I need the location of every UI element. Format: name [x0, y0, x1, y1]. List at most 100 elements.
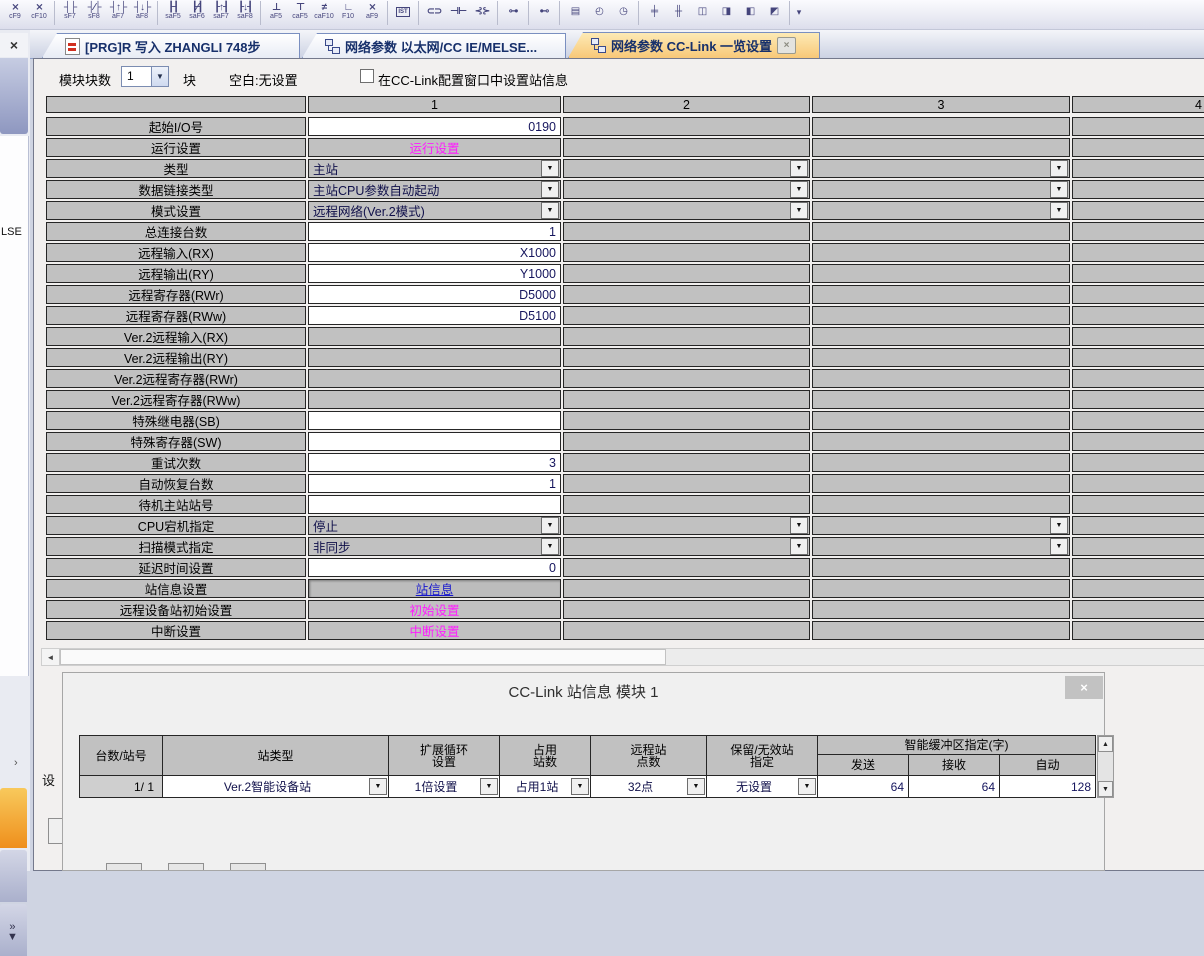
param-dropdown-col3-19[interactable]: ▼	[812, 516, 1070, 535]
buffer-value-1[interactable]: 64	[909, 776, 999, 797]
toolbar-icon[interactable]: ╪	[642, 1, 666, 23]
tab-close-icon[interactable]: ×	[777, 37, 796, 54]
chevron-down-icon[interactable]: ▼	[790, 538, 808, 555]
toolbar-icon-aF8[interactable]: ┤↓├aF8	[130, 1, 154, 23]
station-dropdown-4[interactable]: 无设置▼	[707, 776, 817, 797]
toolbar-icon-sF7[interactable]: ┤├sF7	[58, 1, 82, 23]
param-dropdown-col2-3[interactable]: ▼	[563, 180, 810, 199]
toolbar-icon-cF9[interactable]: ⨯cF9	[3, 1, 27, 23]
scroll-up-icon[interactable]: ▲	[1098, 736, 1113, 752]
toolbar-icon-saF5[interactable]: ┠┨saF5	[161, 1, 185, 23]
station-dropdown-2[interactable]: 占用1站▼	[500, 776, 590, 797]
toolbar-icon[interactable]: ◩	[762, 1, 786, 23]
cclink-config-window-checkbox[interactable]	[360, 69, 374, 83]
toolbar-icon[interactable]: ⊰⊱	[470, 1, 494, 23]
toolbar-icon-caF5[interactable]: ⊤caF5	[288, 1, 312, 23]
chevron-down-icon[interactable]: ▼	[1050, 202, 1068, 219]
toolbar-icon[interactable]: ◴	[587, 1, 611, 23]
chevron-down-icon[interactable]: ▼	[790, 202, 808, 219]
dock-button-1[interactable]	[0, 850, 27, 902]
param-dropdown-col2-19[interactable]: ▼	[563, 516, 810, 535]
toolbar-icon[interactable]: ⊣⊢	[446, 1, 470, 23]
module-count-combobox[interactable]: 1 ▼	[121, 66, 169, 87]
tab-network-2[interactable]: 网络参数 CC-Link 一览设置×	[568, 32, 820, 58]
chevron-down-icon[interactable]: ▼	[541, 202, 559, 219]
param-dropdown-col2-4[interactable]: ▼	[563, 201, 810, 220]
toolbar-icon[interactable]: ⊶	[501, 1, 525, 23]
toolbar-icon-saF8[interactable]: ┠↓┨saF8	[233, 1, 257, 23]
chevron-down-icon[interactable]: ▼	[1050, 181, 1068, 198]
param-input-5[interactable]: 1	[308, 222, 561, 241]
param-input-21[interactable]: 0	[308, 558, 561, 577]
chevron-down-icon[interactable]: ▼	[798, 778, 816, 795]
chevron-down-icon[interactable]: ▼	[151, 67, 168, 86]
toolbar-icon[interactable]: IST	[391, 1, 415, 23]
param-input-18[interactable]	[308, 495, 561, 514]
param-link-1[interactable]: 运行设置	[308, 138, 561, 157]
station-dropdown-0[interactable]: Ver.2智能设备站▼	[163, 776, 388, 797]
buffer-value-2[interactable]: 128	[1000, 776, 1095, 797]
param-dropdown-col3-20[interactable]: ▼	[812, 537, 1070, 556]
chevron-down-icon[interactable]: ▼	[1050, 160, 1068, 177]
toolbar-icon[interactable]: ◫	[690, 1, 714, 23]
horizontal-scrollbar[interactable]: ◄	[41, 648, 1204, 666]
toolbar-icon-saF7[interactable]: ┠↑┨saF7	[209, 1, 233, 23]
scroll-down-icon[interactable]: ▼	[1098, 781, 1113, 797]
param-input-6[interactable]: X1000	[308, 243, 561, 262]
dock-overflow-chevron[interactable]: »▼	[7, 922, 18, 942]
param-input-16[interactable]: 3	[308, 453, 561, 472]
param-link-24[interactable]: 中断设置	[308, 621, 561, 640]
toolbar-icon-aF9[interactable]: ⨯aF9	[360, 1, 384, 23]
toolbar-icon[interactable]: ⊂⊃	[422, 1, 446, 23]
toolbar-icon-saF6[interactable]: ┠∕┨saF6	[185, 1, 209, 23]
scrollbar-track[interactable]	[1098, 752, 1113, 781]
chevron-down-icon[interactable]: ▼	[790, 181, 808, 198]
param-input-7[interactable]: Y1000	[308, 264, 561, 283]
param-dropdown-col3-4[interactable]: ▼	[812, 201, 1070, 220]
chevron-down-icon[interactable]: ▼	[480, 778, 498, 795]
chevron-down-icon[interactable]: ▼	[541, 160, 559, 177]
chevron-down-icon[interactable]: ▼	[571, 778, 589, 795]
chevron-down-icon[interactable]: ▼	[1050, 538, 1068, 555]
param-dropdown-2[interactable]: 主站▼	[308, 159, 561, 178]
toolbar-icon-caF10[interactable]: ≠caF10	[312, 1, 336, 23]
param-input-9[interactable]: D5100	[308, 306, 561, 325]
scrollbar-thumb[interactable]	[60, 649, 666, 665]
toolbar-icon-cF10[interactable]: ⨯cF10	[27, 1, 51, 23]
toolbar-icon-sF8[interactable]: ┤∕├sF8	[82, 1, 106, 23]
toolbar-icon-aF7[interactable]: ┤↑├aF7	[106, 1, 130, 23]
param-link-23[interactable]: 初始设置	[308, 600, 561, 619]
param-dropdown-3[interactable]: 主站CPU参数自动起动▼	[308, 180, 561, 199]
param-button-22[interactable]: 站信息	[308, 579, 561, 598]
dock-close-button[interactable]: ×	[0, 33, 28, 57]
toolbar-icon[interactable]: ⊷	[532, 1, 556, 23]
toolbar-icon[interactable]: ╫	[666, 1, 690, 23]
param-dropdown-4[interactable]: 远程网络(Ver.2模式)▼	[308, 201, 561, 220]
station-dropdown-1[interactable]: 1倍设置▼	[389, 776, 499, 797]
param-dropdown-col2-20[interactable]: ▼	[563, 537, 810, 556]
param-dropdown-col2-2[interactable]: ▼	[563, 159, 810, 178]
dock-button-active[interactable]	[0, 788, 27, 848]
param-input-14[interactable]	[308, 411, 561, 430]
buffer-value-0[interactable]: 64	[818, 776, 908, 797]
param-dropdown-col3-2[interactable]: ▼	[812, 159, 1070, 178]
chevron-down-icon[interactable]: ▼	[541, 181, 559, 198]
chevron-down-icon[interactable]: ▼	[541, 517, 559, 534]
param-input-0[interactable]: 0190	[308, 117, 561, 136]
chevron-down-icon[interactable]: ▼	[687, 778, 705, 795]
toolbar-overflow-button[interactable]: ▾	[792, 1, 806, 23]
tab-network-1[interactable]: 网络参数 以太网/CC IE/MELSE...	[302, 33, 566, 58]
chevron-down-icon[interactable]: ▼	[790, 160, 808, 177]
chevron-down-icon[interactable]: ▼	[790, 517, 808, 534]
param-dropdown-19[interactable]: 停止▼	[308, 516, 561, 535]
toolbar-icon[interactable]: ◧	[738, 1, 762, 23]
dock-expand-arrow[interactable]: ›	[14, 757, 18, 769]
toolbar-icon[interactable]: ▤	[563, 1, 587, 23]
chevron-down-icon[interactable]: ▼	[1050, 517, 1068, 534]
toolbar-icon-aF5[interactable]: ⊥aF5	[264, 1, 288, 23]
toolbar-icon-F10[interactable]: ∟F10	[336, 1, 360, 23]
param-dropdown-20[interactable]: 非同步▼	[308, 537, 561, 556]
toolbar-icon[interactable]: ◷	[611, 1, 635, 23]
chevron-down-icon[interactable]: ▼	[369, 778, 387, 795]
param-input-15[interactable]	[308, 432, 561, 451]
